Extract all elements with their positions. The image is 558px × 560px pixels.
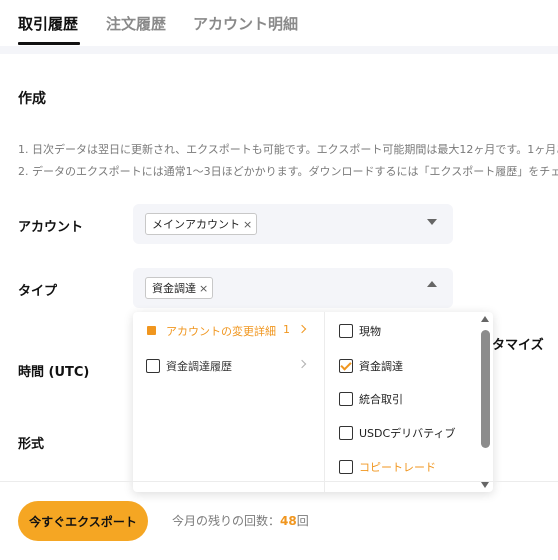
chevron-down-icon <box>427 219 437 225</box>
chevron-right-icon <box>297 359 307 369</box>
tab-trade-history[interactable]: 取引履歴 <box>18 13 78 34</box>
account-label: アカウント <box>18 220 84 235</box>
checkbox-icon[interactable] <box>339 324 353 338</box>
section-divider-band <box>0 46 558 54</box>
checkbox-icon[interactable] <box>339 426 353 440</box>
history-tabs: 取引履歴 注文履歴 アカウント明細 <box>0 0 558 46</box>
notes-list: 1. 日次データは翌日に更新され、エクスポートも可能です。エクスポート可能期間は… <box>18 139 558 183</box>
footer-divider <box>0 481 558 482</box>
option-unified-trading[interactable]: 統合取引 <box>326 381 476 415</box>
type-chip-label: 資金調達 <box>152 282 196 295</box>
format-label: 形式 <box>18 437 45 452</box>
section-title: 作成 <box>18 91 46 107</box>
option-usdc-derivatives[interactable]: USDCデリバティブ <box>326 415 476 449</box>
active-tab-indicator <box>18 42 80 45</box>
option-label: 統合取引 <box>359 393 403 406</box>
remaining-suffix: 回 <box>296 514 309 528</box>
option-label: USDCデリバティブ <box>359 427 456 440</box>
remaining-count: 48 <box>280 514 297 528</box>
remaining-count-text: 今月の残りの回数：48回 <box>172 512 309 529</box>
checkbox-icon[interactable] <box>146 359 160 373</box>
checkbox-checked-icon[interactable] <box>339 359 353 373</box>
note-item: 1. 日次データは翌日に更新され、エクスポートも可能です。エクスポート可能期間は… <box>18 143 558 156</box>
type-chip: 資金調達 × <box>145 277 214 299</box>
account-select[interactable]: メインアカウント × <box>133 204 453 244</box>
export-now-button[interactable]: 今すぐエクスポート <box>18 501 148 541</box>
category-funding-history[interactable]: 資金調達履歴 <box>133 348 325 382</box>
category-column: アカウントの変更詳細 1 資金調達履歴 <box>133 312 325 492</box>
time-label: 時間 (UTC) <box>18 365 90 380</box>
option-column: 現物 資金調達 統合取引 USDCデリバティブ コピートレード <box>326 312 493 492</box>
chip-remove-icon[interactable]: × <box>199 282 208 295</box>
option-funding[interactable]: 資金調達 <box>326 348 476 382</box>
option-label: コピートレード <box>359 461 436 474</box>
account-chip-label: メインアカウント <box>152 218 240 231</box>
chevron-right-icon <box>297 324 307 334</box>
type-label: タイプ <box>18 284 58 299</box>
checkbox-icon[interactable] <box>339 460 353 474</box>
category-label: 資金調達履歴 <box>166 360 232 373</box>
scroll-up-arrow-icon[interactable] <box>481 316 489 322</box>
scroll-down-arrow-icon[interactable] <box>481 482 489 488</box>
chevron-up-icon <box>427 281 437 287</box>
account-chip: メインアカウント × <box>145 213 258 235</box>
partial-select-icon <box>147 326 156 335</box>
note-item: 2. データのエクスポートには通常1〜3日ほどかかります。ダウンロードするには「… <box>18 165 558 178</box>
tab-account-statement[interactable]: アカウント明細 <box>193 13 298 34</box>
category-account-change-details[interactable]: アカウントの変更詳細 1 <box>133 313 325 347</box>
type-dropdown-panel: アカウントの変更詳細 1 資金調達履歴 現物 資金調達 統合取引 USDCデリバ… <box>133 312 493 492</box>
category-count: 1 <box>283 323 290 336</box>
checkbox-icon[interactable] <box>339 392 353 406</box>
type-select[interactable]: 資金調達 × <box>133 268 453 308</box>
tab-order-history[interactable]: 注文履歴 <box>106 13 166 34</box>
option-label: 現物 <box>359 325 381 338</box>
option-copy-trading[interactable]: コピートレード <box>326 449 476 483</box>
option-label: 資金調達 <box>359 360 403 373</box>
chip-remove-icon[interactable]: × <box>243 218 252 231</box>
category-label: アカウントの変更詳細 <box>166 325 276 338</box>
scrollbar-thumb[interactable] <box>481 330 490 448</box>
option-spot[interactable]: 現物 <box>326 313 476 347</box>
remaining-prefix: 今月の残りの回数： <box>172 514 281 528</box>
